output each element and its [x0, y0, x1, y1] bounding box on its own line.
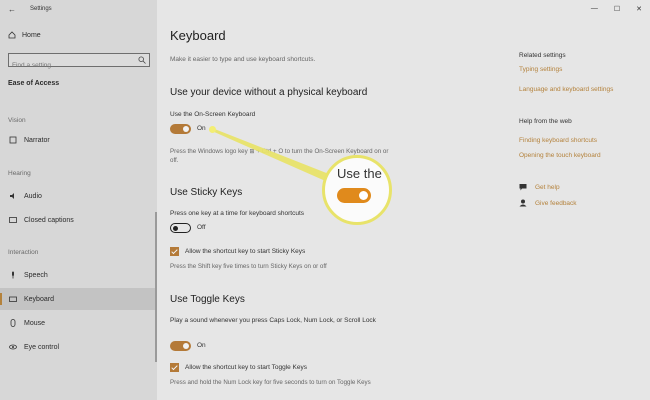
magnifier-callout: Use the: [322, 155, 392, 225]
highlight-dot: [209, 126, 216, 133]
callout-text: Use the: [337, 166, 382, 181]
callout-toggle: [337, 188, 371, 203]
